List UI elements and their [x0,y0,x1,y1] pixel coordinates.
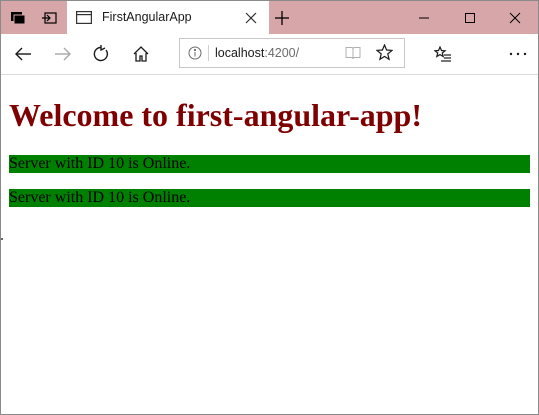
server-status-row: Server with ID 10 is Online. [9,189,530,207]
close-tab-icon[interactable] [243,10,259,26]
back-button[interactable] [3,34,43,74]
info-icon[interactable] [188,46,202,65]
active-tab[interactable]: FirstAngularApp [67,1,269,34]
edge-marker [1,238,3,240]
close-window-button[interactable] [492,1,538,34]
url-host: localhost [215,46,265,60]
address-separator [208,45,209,61]
set-tabs-aside-icon[interactable] [34,1,64,34]
reading-view-icon[interactable] [345,46,361,65]
url-port: :4200/ [264,46,300,60]
home-button[interactable] [121,34,161,74]
url-text[interactable]: localhost:4200/ [215,46,299,60]
browser-window: FirstAngularApp localhost:4200/ Welcome … [0,0,539,415]
favorite-star-icon[interactable] [375,43,394,66]
tab-list-icon[interactable] [3,1,33,34]
page-icon [76,11,93,29]
title-bar: FirstAngularApp [1,1,538,34]
server-status-row: Server with ID 10 is Online. [9,155,530,173]
more-options-button[interactable] [498,34,538,74]
favorites-hub-button[interactable] [423,34,463,74]
navigation-bar: localhost:4200/ [1,34,538,75]
page-content: Welcome to first-angular-app! Server wit… [1,75,538,414]
page-heading: Welcome to first-angular-app! [9,97,422,133]
forward-button[interactable] [43,34,83,74]
address-bar[interactable]: localhost:4200/ [179,38,405,68]
tab-title: FirstAngularApp [102,10,192,24]
new-tab-icon[interactable] [273,9,291,27]
refresh-button[interactable] [81,34,121,74]
maximize-button[interactable] [447,1,493,34]
minimize-button[interactable] [401,1,447,34]
